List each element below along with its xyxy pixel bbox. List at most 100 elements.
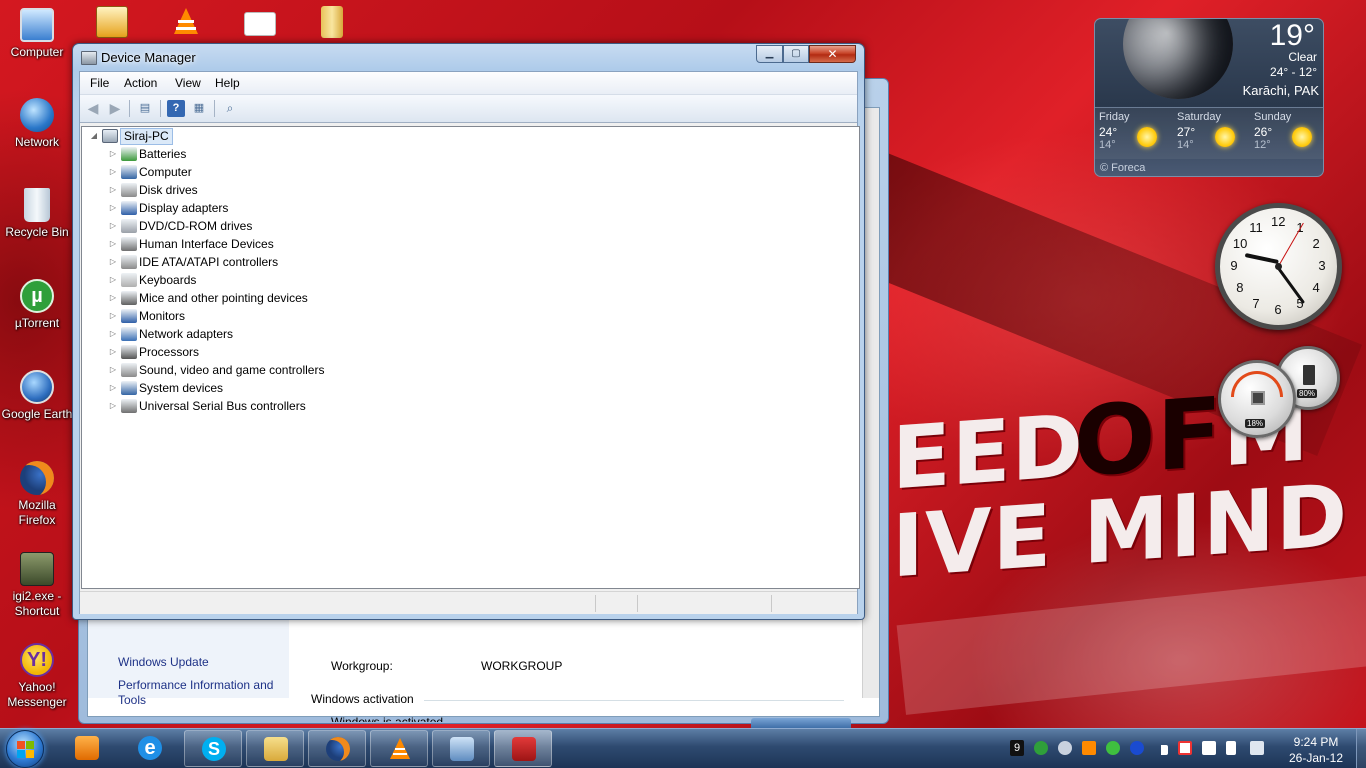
genuine-badge[interactable] — [751, 718, 851, 728]
folder-icon — [264, 737, 288, 761]
tray-counter-icon[interactable]: 9 — [1010, 740, 1024, 756]
tree-item-label[interactable]: Monitors — [139, 307, 185, 325]
expand-arrow-icon[interactable]: ▷ — [109, 379, 117, 397]
taskbar-device-manager[interactable] — [494, 730, 552, 767]
tree-item-label[interactable]: Processors — [139, 343, 199, 361]
weather-city: Karāchi, PAK — [1242, 83, 1319, 98]
start-button[interactable] — [6, 730, 44, 768]
expand-arrow-icon[interactable]: ▷ — [109, 253, 117, 271]
back-arrow-icon[interactable]: ◀ — [84, 100, 102, 117]
expand-arrow-icon[interactable]: ▷ — [109, 145, 117, 163]
desktop-icon-computer[interactable]: Computer — [0, 8, 74, 60]
weather-temperature: 19° — [1269, 19, 1315, 52]
tree-item-label[interactable]: Computer — [139, 163, 192, 181]
expand-arrow-icon[interactable]: ▷ — [109, 235, 117, 253]
expand-arrow-icon[interactable]: ▷ — [109, 217, 117, 235]
forward-arrow-icon[interactable]: ▶ — [106, 100, 124, 117]
tree-item-label[interactable]: IDE ATA/ATAPI controllers — [139, 253, 278, 271]
tree-item-label[interactable]: Human Interface Devices — [139, 235, 274, 253]
desktop-icon-utorrent[interactable]: µ µTorrent — [0, 279, 74, 331]
desktop-icon-yahoo[interactable]: Y! Yahoo! Messenger — [0, 643, 74, 710]
utorrent-tray-icon[interactable] — [1034, 741, 1048, 755]
show-hide-console-tree-icon[interactable]: ▤ — [136, 100, 154, 117]
menu-view[interactable]: View — [175, 76, 201, 90]
weather-credit[interactable]: © Foreca — [1100, 162, 1145, 174]
tree-root-label[interactable]: Siraj-PC — [120, 128, 173, 145]
close-button[interactable]: ✕ — [809, 45, 856, 63]
show-desktop-button[interactable] — [1356, 729, 1366, 768]
forecast-high: 26° — [1254, 125, 1273, 139]
windows-update-link[interactable]: Windows Update — [118, 655, 209, 670]
tree-item-label[interactable]: Batteries — [139, 145, 186, 163]
device-tree[interactable]: ◢ Siraj-PC ▷ Batteries ▷ Computer ▷ Disk driv… — [81, 126, 860, 589]
tree-item-label[interactable]: Display adapters — [139, 199, 228, 217]
security-tray-icon[interactable] — [1106, 741, 1120, 755]
expand-arrow-icon[interactable]: ▷ — [109, 343, 117, 361]
tree-item-label[interactable]: Keyboards — [139, 271, 196, 289]
expand-arrow-icon[interactable]: ▷ — [109, 163, 117, 181]
toolbar-separator — [214, 100, 215, 117]
tree-item-label[interactable]: DVD/CD-ROM drives — [139, 217, 252, 235]
desktop-icon-igi2[interactable]: igi2.exe - Shortcut — [0, 552, 74, 619]
tree-item-label[interactable]: System devices — [139, 379, 223, 397]
google-earth-icon — [20, 370, 54, 404]
clock-gadget[interactable]: 121234567891011 — [1215, 203, 1342, 330]
tree-item-label[interactable]: Sound, video and game controllers — [139, 361, 324, 379]
device-category-icon — [121, 273, 137, 287]
expand-arrow-icon[interactable]: ▷ — [109, 397, 117, 415]
desktop-icon-firefox[interactable]: Mozilla Firefox — [0, 461, 74, 528]
scan-hardware-icon[interactable]: ⌕ — [221, 100, 239, 117]
device-manager-window[interactable]: Device Manager ▁ ▢ ✕ File Action View He… — [72, 43, 865, 620]
action-center-flag-icon[interactable] — [1226, 741, 1236, 755]
signal-icon[interactable] — [1154, 745, 1168, 755]
help-icon[interactable]: ? — [167, 100, 185, 117]
device-category-icon — [121, 183, 137, 197]
vlc-icon[interactable] — [170, 6, 202, 38]
minimize-button[interactable]: ▁ — [756, 45, 783, 63]
taskbar-explorer[interactable] — [246, 730, 304, 767]
safely-remove-icon[interactable] — [1202, 741, 1216, 755]
tree-item-label[interactable]: Mice and other pointing devices — [139, 289, 308, 307]
cpu-meter[interactable]: 18% — [1218, 360, 1296, 438]
performance-info-link[interactable]: Performance Information and Tools — [118, 678, 283, 708]
expand-arrow-icon[interactable]: ▷ — [109, 307, 117, 325]
menu-help[interactable]: Help — [215, 76, 240, 90]
expand-arrow-icon[interactable]: ▷ — [109, 289, 117, 307]
menu-action[interactable]: Action — [124, 76, 157, 90]
tree-item-label[interactable]: Universal Serial Bus controllers — [139, 397, 306, 415]
desktop-icon-google-earth[interactable]: Google Earth — [0, 370, 74, 422]
device-category-icon — [121, 345, 137, 359]
taskbar-system[interactable] — [432, 730, 490, 767]
expand-arrow-icon[interactable]: ▷ — [109, 271, 117, 289]
sun-icon — [1292, 127, 1312, 147]
maximize-button[interactable]: ▢ — [783, 45, 809, 63]
clock-number: 11 — [1249, 219, 1263, 235]
taskbar-vlc[interactable] — [370, 730, 428, 767]
bluetooth-icon[interactable] — [1130, 741, 1144, 755]
expand-arrow-icon[interactable]: ▷ — [109, 361, 117, 379]
taskbar-skype[interactable]: S — [184, 730, 242, 767]
shortcut-icon[interactable] — [96, 6, 128, 38]
activation-heading: Windows activation — [311, 692, 414, 706]
vlc-tray-icon[interactable] — [1082, 741, 1096, 755]
folder-icon[interactable] — [321, 6, 343, 38]
desktop-icon-recycle-bin[interactable]: Recycle Bin — [0, 188, 74, 240]
collapse-arrow-icon[interactable]: ◢ — [90, 127, 98, 145]
weather-gadget[interactable]: 19° Clear 24° - 12° Karāchi, PAK Friday … — [1094, 18, 1324, 177]
tree-item-label[interactable]: Network adapters — [139, 325, 233, 343]
expand-arrow-icon[interactable]: ▷ — [109, 181, 117, 199]
expand-arrow-icon[interactable]: ▷ — [109, 325, 117, 343]
document-icon[interactable] — [244, 12, 276, 36]
expand-arrow-icon[interactable]: ▷ — [109, 199, 117, 217]
tray-clock[interactable]: 9:24 PM 26-Jan-12 — [1282, 734, 1350, 766]
volume-icon[interactable] — [1250, 741, 1264, 755]
taskbar-firefox[interactable] — [308, 730, 366, 767]
properties-icon[interactable]: ▦ — [190, 100, 208, 117]
tree-item-label[interactable]: Disk drives — [139, 181, 198, 199]
taskbar-internet-explorer[interactable]: e — [121, 730, 179, 767]
menu-file[interactable]: File — [90, 76, 109, 90]
tray-app-icon[interactable] — [1178, 741, 1192, 755]
tray-app-icon[interactable] — [1058, 741, 1072, 755]
taskbar-media-player[interactable] — [58, 730, 116, 767]
desktop-icon-network[interactable]: Network — [0, 98, 74, 150]
